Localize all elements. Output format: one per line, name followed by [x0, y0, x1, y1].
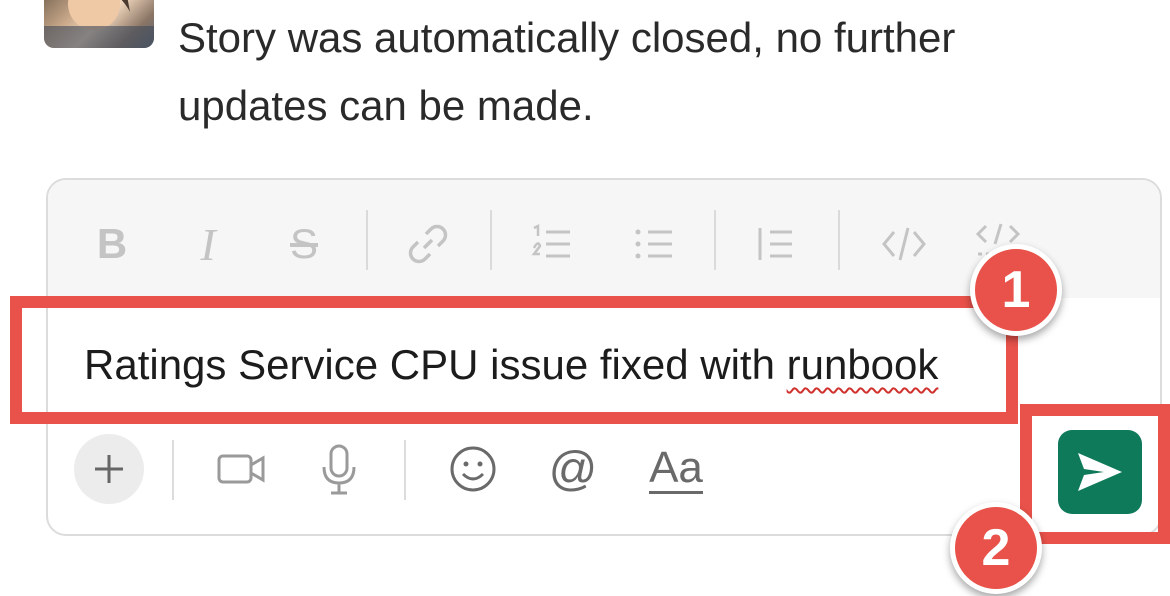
plus-icon[interactable]: [74, 434, 144, 504]
avatar[interactable]: [44, 0, 154, 48]
toolbar-divider: [490, 210, 492, 270]
code-icon[interactable]: [874, 214, 934, 274]
step-badge-1: 1: [970, 244, 1062, 336]
highlight-box-send: [1020, 404, 1170, 544]
video-icon[interactable]: [206, 434, 276, 504]
ordered-list-icon[interactable]: [522, 214, 582, 274]
highlight-box-input: [10, 296, 1018, 424]
italic-icon[interactable]: I: [178, 214, 238, 274]
actions-divider: [172, 440, 174, 500]
toolbar-divider: [714, 210, 716, 270]
blockquote-icon[interactable]: [746, 214, 806, 274]
message-text: Story was automatically closed, no furth…: [178, 14, 956, 129]
format-label: Aa: [649, 442, 703, 494]
microphone-icon[interactable]: [304, 434, 374, 504]
mention-icon[interactable]: @: [538, 434, 608, 504]
format-icon[interactable]: Aa: [636, 434, 716, 504]
bold-icon[interactable]: B: [82, 214, 142, 274]
bullet-list-icon[interactable]: [624, 214, 684, 274]
emoji-icon[interactable]: [438, 434, 508, 504]
link-icon[interactable]: [398, 214, 458, 274]
strikethrough-icon[interactable]: S: [274, 214, 334, 274]
toolbar-divider: [838, 210, 840, 270]
step-badge-2: 2: [950, 502, 1042, 594]
toolbar-divider: [366, 210, 368, 270]
actions-divider: [404, 440, 406, 500]
